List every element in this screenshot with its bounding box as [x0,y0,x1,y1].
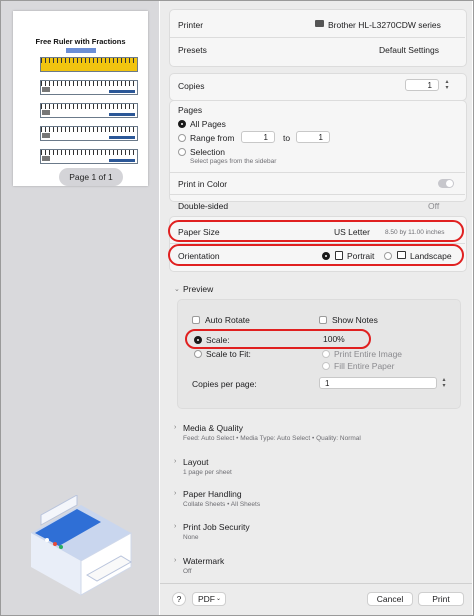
auto-rotate-checkbox[interactable] [192,316,200,324]
thumbnail-logo [66,48,96,53]
thumbnail-ruler [40,103,138,118]
orientation-highlight [168,244,464,266]
chevron-down-icon: ⌄ [215,596,221,602]
selection-radio[interactable] [178,148,186,156]
printer-illustration-icon [31,495,132,596]
section-summary: 1 page per sheet [183,469,232,476]
scale-to-fit-label: Scale to Fit: [206,349,251,359]
all-pages-label: All Pages [190,119,226,129]
chevron-right-icon: › [174,490,177,497]
show-notes-checkbox[interactable] [319,316,327,324]
chevron-right-icon: › [174,458,177,465]
pages-label: Pages [178,105,203,115]
all-pages-radio[interactable] [178,120,186,128]
preview-pane: Free Ruler with Fractions Page 1 of 1 [1,1,159,615]
copies-per-page-chevron[interactable]: ▴ ▾ [440,377,448,389]
help-button[interactable]: ? [172,592,186,606]
printer-icon [315,20,324,27]
printer-card [169,9,467,67]
page-indicator: Page 1 of 1 [59,168,123,186]
cancel-button[interactable]: Cancel [367,592,413,606]
selection-label: Selection [190,147,225,157]
range-radio[interactable] [178,134,186,142]
auto-rotate-label: Auto Rotate [205,315,250,325]
copies-per-page-label: Copies per page: [192,379,257,389]
section-title: Layout [183,457,209,467]
printer-value: Brother HL-L3270CDW series [328,20,441,30]
thumbnail-ruler [40,80,138,95]
copies-per-page-select[interactable]: 1 [319,377,437,389]
section-summary: Collate Sheets • All Sheets [183,501,261,508]
printer-select[interactable]: Brother HL-L3270CDW series [315,19,455,31]
thumbnail-ruler [40,57,138,72]
section-title: Paper Handling [183,489,242,499]
chevron-right-icon: › [174,557,177,564]
presets-select[interactable]: Default Settings [379,45,439,55]
range-from-label: Range from [190,133,235,143]
section-summary: None [183,534,199,541]
presets-label: Presets [178,45,207,55]
preview-section-title: Preview [183,284,214,294]
chevron-right-icon: › [174,424,177,431]
print-entire-image-radio[interactable] [322,350,330,358]
range-to-label: to [283,133,291,143]
range-to-field[interactable]: 1 [296,131,330,143]
section-title: Watermark [183,556,225,566]
pdf-label: PDF [198,594,215,604]
copies-field[interactable]: 1 [405,79,439,91]
chevron-right-icon: › [174,523,177,530]
thumbnail-title: Free Ruler with Fractions [35,37,126,46]
thumbnail-ruler [40,126,138,141]
scale-to-fit-radio[interactable] [194,350,202,358]
section-summary: Feed: Auto Select • Media Type: Auto Sel… [183,435,361,442]
printer-label: Printer [178,20,204,30]
show-notes-label: Show Notes [332,315,378,325]
pdf-menu-button[interactable]: PDF ⌄ [192,592,226,606]
double-sided-label: Double-sided [178,201,229,211]
range-from-field[interactable]: 1 [241,131,275,143]
print-entire-image-label: Print Entire Image [334,349,403,359]
fill-entire-paper-label: Fill Entire Paper [334,361,395,371]
double-sided-select[interactable]: Off [428,201,439,211]
print-in-color-toggle[interactable] [438,179,454,188]
settings-pane: Printer Brother HL-L3270CDW series Prese… [160,1,472,615]
copies-stepper[interactable]: ▴ ▾ [443,79,451,91]
scale-highlight [185,329,371,349]
copies-label: Copies [178,81,205,91]
print-button[interactable]: Print [418,592,464,606]
page-thumbnail[interactable]: Free Ruler with Fractions [13,11,148,186]
chevron-down-icon: ⌄ [174,286,180,293]
section-summary: Off [183,568,192,575]
thumbnail-ruler [40,149,138,164]
section-title: Print Job Security [183,522,250,532]
paper-size-highlight [168,220,464,242]
selection-hint: Select pages from the sidebar [190,158,277,165]
section-title: Media & Quality [183,423,243,433]
fill-entire-paper-radio[interactable] [322,362,330,370]
print-in-color-label: Print in Color [178,179,228,189]
